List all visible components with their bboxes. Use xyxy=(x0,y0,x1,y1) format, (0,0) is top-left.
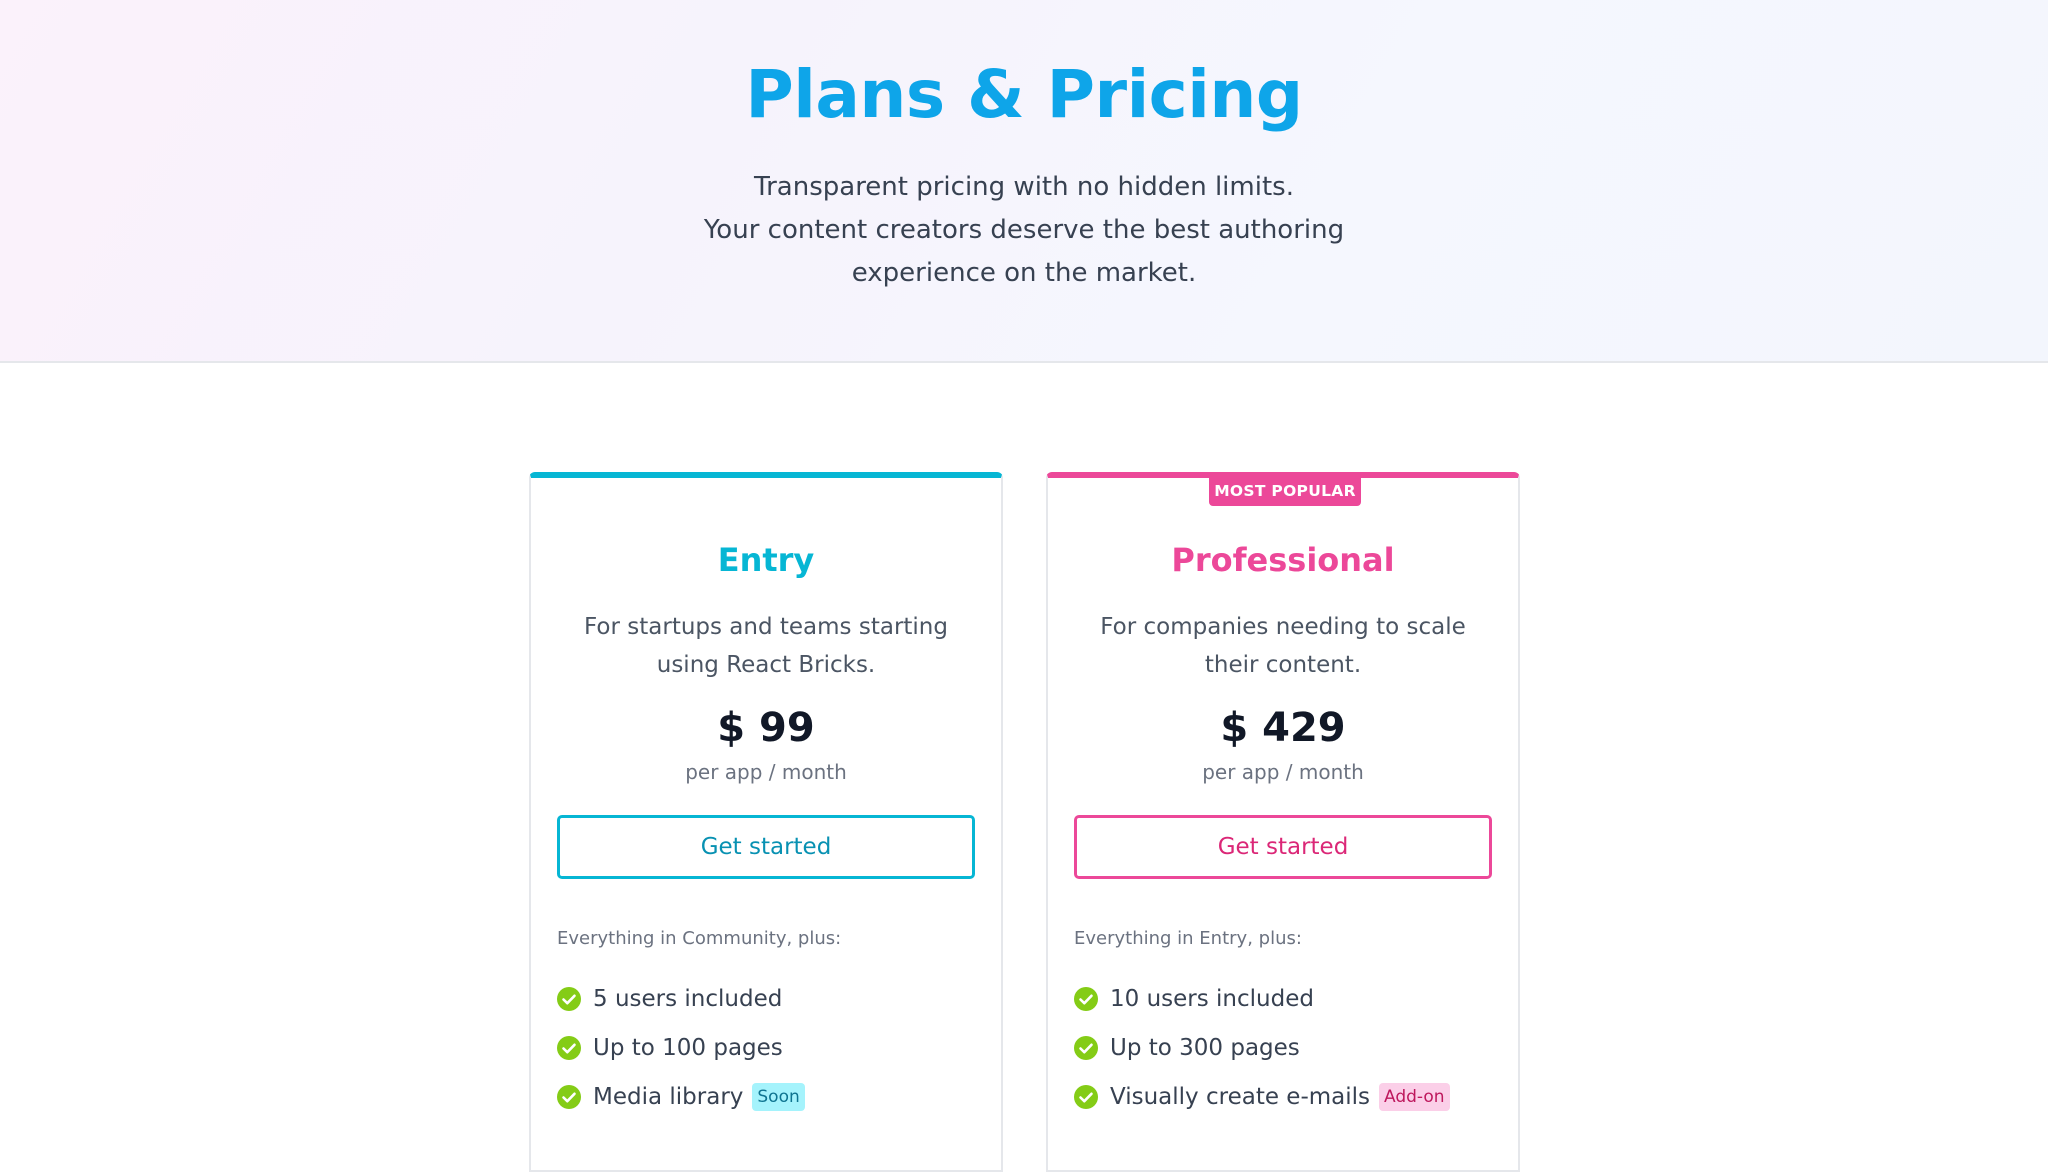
plan-card-professional: MOST POPULAR Professional For companies … xyxy=(1046,472,1520,1172)
subtitle-line: Transparent pricing with no hidden limit… xyxy=(754,172,1294,202)
page-title: Plans & Pricing xyxy=(745,56,1303,133)
plan-period: per app / month xyxy=(685,760,847,784)
feature-item: 5 users included xyxy=(557,974,805,1023)
feature-label: Visually create e-mails xyxy=(1110,1083,1371,1110)
soon-badge: Soon xyxy=(752,1082,805,1111)
feature-label: Up to 300 pages xyxy=(1110,1034,1300,1061)
page-subtitle: Transparent pricing with no hidden limit… xyxy=(624,166,1424,295)
check-circle-icon xyxy=(557,986,581,1011)
check-circle-icon xyxy=(557,1035,581,1060)
feature-label: Media library xyxy=(593,1083,744,1110)
subtitle-line: Your content creators deserve the best a… xyxy=(703,215,1345,245)
plan-price: $ 99 xyxy=(717,705,815,751)
feature-label: 5 users included xyxy=(593,985,783,1012)
plan-description: For startups and teams starting using Re… xyxy=(584,614,948,678)
check-circle-icon xyxy=(1074,1035,1098,1060)
check-circle-icon xyxy=(1074,1084,1098,1109)
pricing-hero: Plans & Pricing Transparent pricing with… xyxy=(0,0,2048,363)
features-intro: Everything in Entry, plus: xyxy=(1074,928,1302,949)
check-circle-icon xyxy=(1074,986,1098,1011)
feature-label: 10 users included xyxy=(1110,985,1314,1012)
plan-period: per app / month xyxy=(1202,760,1364,784)
feature-item: Up to 300 pages xyxy=(1074,1023,1450,1072)
plan-name: Professional xyxy=(1171,541,1395,579)
feature-list: 5 users included Up to 100 pages Media l… xyxy=(557,974,805,1121)
most-popular-badge: MOST POPULAR xyxy=(1209,476,1361,506)
plan-name: Entry xyxy=(717,541,815,579)
plan-price: $ 429 xyxy=(1220,705,1346,751)
subtitle-line: experience on the market. xyxy=(851,258,1197,288)
get-started-button-professional[interactable]: Get started xyxy=(1074,815,1492,879)
feature-item: 10 users included xyxy=(1074,974,1450,1023)
feature-label: Up to 100 pages xyxy=(593,1034,783,1061)
plan-card-entry: Entry For startups and teams starting us… xyxy=(529,472,1003,1172)
plan-description: For companies needing to scale their con… xyxy=(1100,614,1466,678)
feature-item: Up to 100 pages xyxy=(557,1023,805,1072)
add-on-badge: Add-on xyxy=(1379,1082,1450,1111)
get-started-button-entry[interactable]: Get started xyxy=(557,815,975,879)
check-circle-icon xyxy=(557,1084,581,1109)
feature-item: Media library Soon xyxy=(557,1072,805,1121)
feature-list: 10 users included Up to 300 pages Visual… xyxy=(1074,974,1450,1121)
feature-item: Visually create e-mails Add-on xyxy=(1074,1072,1450,1121)
features-intro: Everything in Community, plus: xyxy=(557,928,842,949)
